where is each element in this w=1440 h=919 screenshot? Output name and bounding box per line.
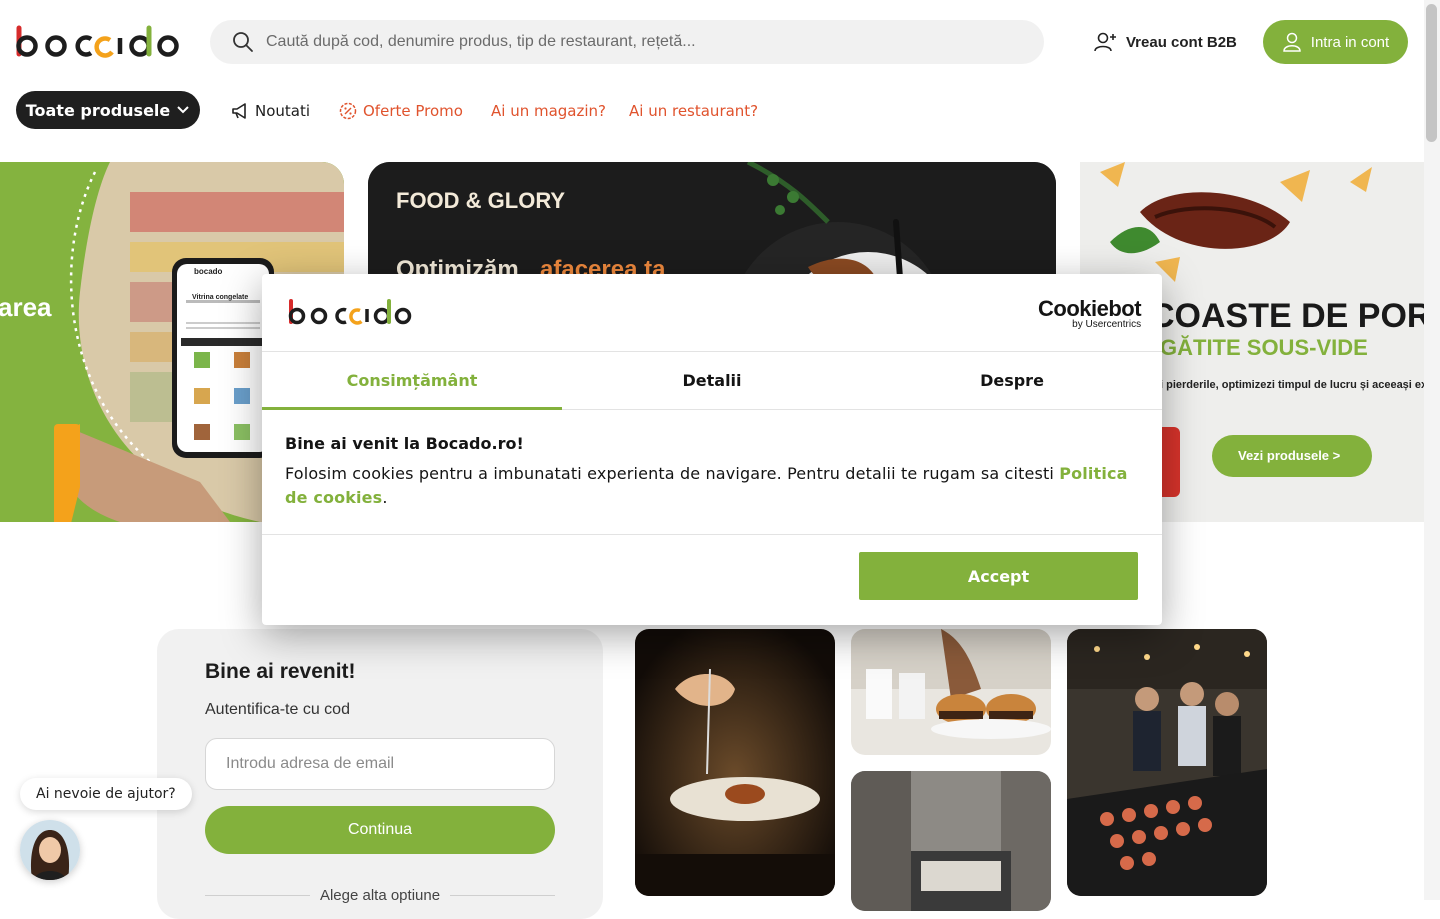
tab-label: Consimțământ (346, 371, 478, 390)
all-products-label: Toate produsele (25, 100, 171, 120)
user-icon (1283, 32, 1301, 52)
photo-burgers (851, 629, 1051, 755)
accept-label: Accept (967, 566, 1030, 586)
cookie-title: Bine ai venit la Bocado.ro! (285, 434, 524, 453)
accept-button[interactable]: Accept (859, 552, 1138, 600)
tab-about[interactable]: Despre (862, 352, 1162, 409)
nav-label: Ai un restaurant? (629, 102, 759, 120)
alt-option-separator: Alege alta optiune (205, 885, 556, 905)
nav-item-noutati[interactable]: Noutati (231, 100, 310, 122)
add-user-icon (1094, 32, 1116, 52)
cookie-text-end: . (382, 488, 388, 507)
cookie-body: Bine ai venit la Bocado.ro! Folosim cook… (285, 434, 1145, 510)
alt-option-link[interactable]: Alege alta optiune (320, 887, 440, 904)
login-card-subtitle: Autentifica-te cu cod (205, 701, 350, 718)
photo-hotel-room (851, 771, 1051, 911)
nav-item-restaurant[interactable]: Ai un restaurant? (629, 100, 758, 122)
food-glory-brand: FOOD & GLORY (396, 188, 565, 213)
banner-right-headline: COASTE DE POR (1150, 297, 1424, 335)
scrollbar-thumb[interactable] (1426, 4, 1437, 142)
nav-item-magazin[interactable]: Ai un magazin? (491, 100, 606, 122)
nav-item-oferte-promo[interactable]: Oferte Promo (339, 100, 463, 122)
promo-badge-icon (339, 102, 357, 120)
nav-label: Oferte Promo (363, 102, 463, 120)
b2b-account-link[interactable]: Vreau cont B2B (1094, 30, 1237, 54)
nav-label: Ai un magazin? (491, 102, 607, 120)
login-button[interactable]: Intra in cont (1263, 20, 1408, 64)
banner-right-body: i pierderile, optimizezi timpul de lucru… (1160, 379, 1424, 391)
tab-label: Detalii (682, 371, 742, 390)
b2b-label: Vreau cont B2B (1126, 33, 1237, 51)
email-field[interactable] (205, 738, 555, 790)
help-bubble-text: Ai nevoie de ajutor? (36, 786, 176, 802)
cookie-tabs: Consimțământ Detalii Despre (262, 351, 1162, 410)
login-card-title: Bine ai revenit! (205, 660, 356, 683)
banner-right-sub: GĂTITE SOUS-VIDE (1160, 335, 1368, 360)
see-products-cta[interactable]: Vezi produsele > (1238, 448, 1341, 463)
continue-label: Continua (347, 821, 413, 838)
search-icon (233, 32, 253, 52)
cookiebot-logo[interactable]: Cookiebot by Usercentrics (1038, 296, 1142, 330)
bocado-logo[interactable] (16, 24, 180, 60)
nav-label: Noutati (255, 102, 311, 120)
support-avatar[interactable] (20, 820, 80, 880)
dialog-divider (262, 534, 1162, 535)
tab-consent[interactable]: Consimțământ (262, 352, 562, 410)
search-bar[interactable] (210, 20, 1044, 64)
cookie-text-main: Folosim cookies pentru a imbunatati expe… (285, 464, 1060, 483)
phone-screen-logo: bocado (194, 267, 223, 276)
photo-event-catering (1067, 629, 1267, 896)
login-label: Intra in cont (1310, 33, 1390, 51)
all-products-button[interactable]: Toate produsele (16, 91, 200, 129)
megaphone-icon (232, 103, 246, 119)
continue-button[interactable]: Continua (205, 806, 555, 854)
dialog-logo (288, 298, 412, 330)
chevron-down-icon (177, 106, 189, 114)
help-bubble[interactable]: Ai nevoie de ajutor? (20, 778, 192, 810)
cookie-consent-dialog: Cookiebot by Usercentrics Consimțământ D… (262, 274, 1162, 625)
tab-details[interactable]: Detalii (562, 352, 862, 409)
cookie-text: Folosim cookies pentru a imbunatati expe… (285, 462, 1145, 510)
banner-left-text: area (0, 292, 52, 322)
phone-screen-title: Vitrina congelate (192, 294, 248, 301)
search-input[interactable] (266, 33, 1006, 51)
photo-chef-plating (635, 629, 835, 896)
tab-label: Despre (980, 371, 1044, 390)
